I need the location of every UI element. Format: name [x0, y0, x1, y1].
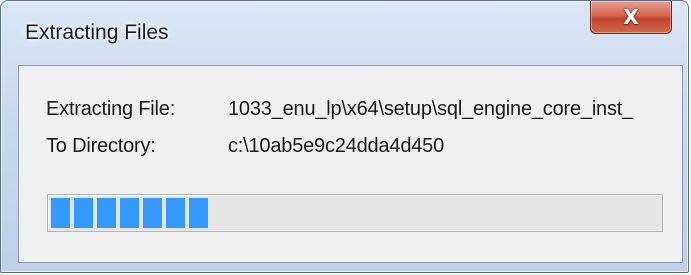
- window-title: Extracting Files: [25, 21, 169, 44]
- extracting-file-value: 1033_enu_lp\x64\setup\sql_engine_core_in…: [228, 98, 634, 120]
- progress-fill: [51, 198, 208, 228]
- progress-block: [143, 198, 162, 228]
- to-directory-label: To Directory:: [46, 135, 156, 157]
- extracting-file-label: Extracting File:: [46, 98, 176, 120]
- progress-block: [97, 198, 116, 228]
- extraction-progress-bar: [47, 194, 663, 232]
- extract-dialog-window: Extracting Files X Extracting File: 1033…: [0, 0, 689, 273]
- progress-block: [120, 198, 139, 228]
- progress-block: [166, 198, 185, 228]
- close-icon: X: [623, 5, 639, 29]
- close-button[interactable]: X: [590, 1, 672, 34]
- to-directory-value: c:\10ab5e9c24dda4d450: [228, 135, 445, 157]
- progress-block: [51, 198, 70, 228]
- title-bar[interactable]: Extracting Files X: [1, 1, 688, 65]
- dialog-content: Extracting File: 1033_enu_lp\x64\setup\s…: [18, 65, 683, 263]
- progress-block: [189, 198, 208, 228]
- progress-block: [74, 198, 93, 228]
